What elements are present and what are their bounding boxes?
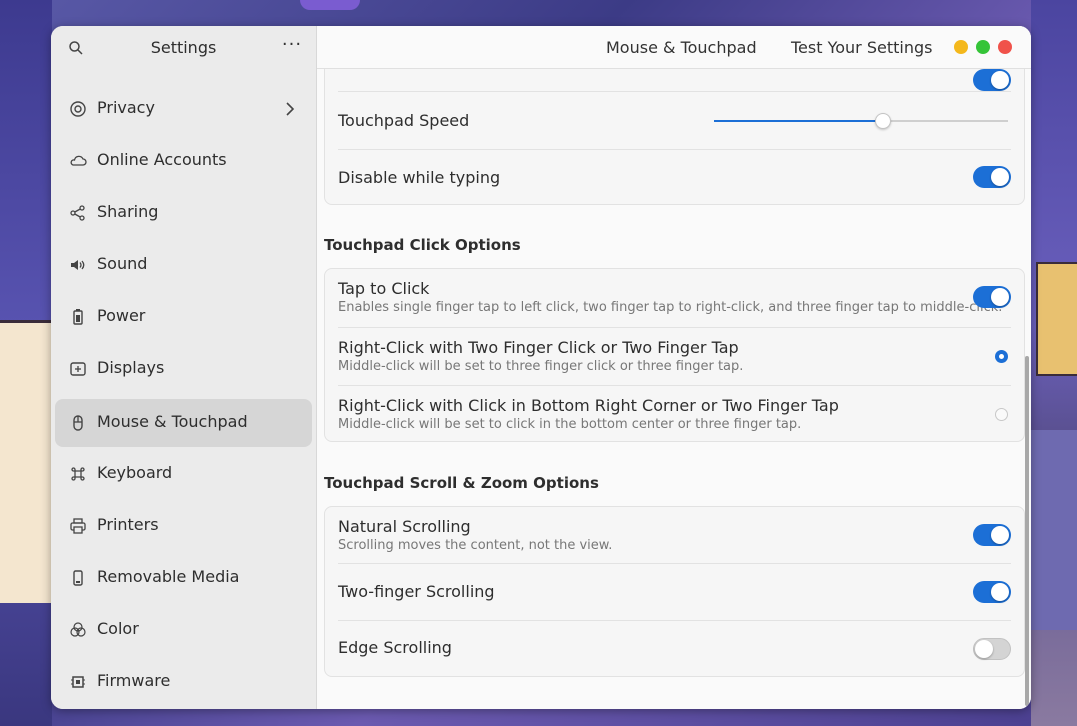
sidebar-item-label: Sharing	[97, 202, 159, 221]
minimize-button[interactable]	[954, 40, 968, 54]
test-settings-button[interactable]: Test Your Settings	[791, 38, 932, 57]
two-finger-scrolling-row[interactable]: Two-finger Scrolling	[325, 564, 1024, 620]
display-icon	[69, 360, 87, 378]
natural-scrolling-label: Natural Scrolling	[338, 517, 471, 536]
sidebar-item-mouse-touchpad[interactable]: Mouse & Touchpad	[55, 399, 312, 447]
settings-window: Settings ··· Privacy Online Accounts Sha…	[51, 26, 1031, 709]
command-key-icon	[69, 465, 87, 483]
chevron-right-icon	[283, 101, 297, 117]
scrollbar[interactable]	[1025, 356, 1029, 706]
natural-scrolling-row[interactable]: Natural Scrolling Scrolling moves the co…	[325, 507, 1024, 563]
sidebar-item-label: Printers	[97, 515, 159, 534]
disable-typing-switch[interactable]	[973, 166, 1011, 188]
printer-icon	[69, 517, 87, 535]
privacy-icon	[69, 100, 87, 118]
slider-thumb[interactable]	[875, 113, 891, 129]
sidebar-item-firmware[interactable]: Firmware	[55, 658, 312, 706]
sidebar-item-label: Firmware	[97, 671, 171, 690]
color-circles-icon	[69, 621, 87, 639]
sidebar-item-power[interactable]: Power	[55, 293, 312, 341]
two-finger-scrolling-switch[interactable]	[973, 581, 1011, 603]
hidden-row-toggle[interactable]	[973, 69, 1011, 91]
tap-to-click-switch[interactable]	[973, 286, 1011, 308]
sidebar-item-label: Privacy	[97, 98, 155, 117]
wallpaper-shape	[1036, 262, 1077, 376]
touchpad-general-card: Touchpad Speed Disable while typing	[324, 48, 1025, 205]
sidebar-item-label: Keyboard	[97, 463, 173, 482]
sidebar-item-label: Color	[97, 619, 139, 638]
menu-button[interactable]: ···	[279, 36, 305, 58]
usb-drive-icon	[69, 569, 87, 587]
scroll-options-heading: Touchpad Scroll & Zoom Options	[324, 474, 599, 492]
natural-scrolling-switch[interactable]	[973, 524, 1011, 546]
edge-scrolling-label: Edge Scrolling	[338, 638, 452, 657]
chip-icon	[69, 673, 87, 691]
main-content: Mouse & Touchpad Test Your Settings Touc…	[317, 26, 1031, 709]
sidebar: Settings ··· Privacy Online Accounts Sha…	[51, 26, 317, 709]
tap-to-click-row[interactable]: Tap to Click Enables single finger tap t…	[325, 269, 1024, 327]
cloud-icon	[69, 152, 87, 170]
sidebar-item-printers[interactable]: Printers	[55, 502, 312, 550]
sidebar-item-color[interactable]: Color	[55, 606, 312, 654]
speaker-icon	[69, 256, 87, 274]
wallpaper-shape	[300, 0, 360, 10]
right-click-corner-description: Middle-click will be set to click in the…	[338, 417, 802, 432]
touchpad-speed-label: Touchpad Speed	[338, 111, 470, 130]
disable-typing-label: Disable while typing	[338, 168, 501, 187]
edge-scrolling-switch[interactable]	[973, 638, 1011, 660]
sidebar-item-label: Online Accounts	[97, 150, 227, 169]
scroll-options-card: Natural Scrolling Scrolling moves the co…	[324, 506, 1025, 677]
sidebar-item-displays[interactable]: Displays	[55, 345, 312, 393]
two-finger-scrolling-label: Two-finger Scrolling	[338, 582, 495, 601]
sidebar-item-online-accounts[interactable]: Online Accounts	[55, 137, 312, 185]
right-click-corner-label: Right-Click with Click in Bottom Right C…	[338, 396, 839, 415]
sidebar-item-sound[interactable]: Sound	[55, 241, 312, 289]
touchpad-speed-slider[interactable]	[714, 113, 1008, 129]
slider-fill	[714, 120, 882, 122]
tap-to-click-description: Enables single finger tap to left click,…	[338, 300, 1003, 315]
sidebar-title: Settings	[150, 38, 217, 57]
wallpaper-shape	[1031, 430, 1077, 630]
sidebar-header: Settings ···	[51, 26, 316, 68]
sidebar-item-label: Sound	[97, 254, 148, 273]
battery-icon	[69, 308, 87, 326]
maximize-button[interactable]	[976, 40, 990, 54]
right-click-two-finger-label: Right-Click with Two Finger Click or Two…	[338, 338, 739, 357]
sidebar-item-keyboard[interactable]: Keyboard	[55, 450, 312, 498]
right-click-two-finger-description: Middle-click will be set to three finger…	[338, 359, 744, 374]
touchpad-speed-row: Touchpad Speed	[325, 92, 1024, 149]
disable-typing-row[interactable]: Disable while typing	[325, 150, 1024, 204]
edge-scrolling-row[interactable]: Edge Scrolling	[325, 621, 1024, 676]
click-options-card: Tap to Click Enables single finger tap t…	[324, 268, 1025, 442]
right-click-corner-row[interactable]: Right-Click with Click in Bottom Right C…	[325, 386, 1024, 441]
share-icon	[69, 204, 87, 222]
mouse-icon	[69, 414, 87, 432]
page-title: Mouse & Touchpad	[606, 38, 757, 57]
sidebar-item-removable-media[interactable]: Removable Media	[55, 554, 312, 602]
close-button[interactable]	[998, 40, 1012, 54]
right-click-two-finger-row[interactable]: Right-Click with Two Finger Click or Two…	[325, 328, 1024, 385]
sidebar-item-sharing[interactable]: Sharing	[55, 189, 312, 237]
tap-to-click-label: Tap to Click	[338, 279, 430, 298]
wallpaper-shape	[0, 320, 52, 603]
click-options-heading: Touchpad Click Options	[324, 236, 521, 254]
sidebar-item-label: Power	[97, 306, 146, 325]
sidebar-item-label: Mouse & Touchpad	[97, 412, 248, 431]
headerbar: Mouse & Touchpad Test Your Settings	[317, 26, 1031, 69]
natural-scrolling-description: Scrolling moves the content, not the vie…	[338, 538, 613, 553]
right-click-corner-radio[interactable]	[995, 408, 1008, 421]
sidebar-item-label: Removable Media	[97, 567, 240, 586]
right-click-two-finger-radio[interactable]	[995, 350, 1008, 363]
sidebar-item-label: Displays	[97, 358, 165, 377]
sidebar-item-privacy[interactable]: Privacy	[55, 85, 312, 133]
